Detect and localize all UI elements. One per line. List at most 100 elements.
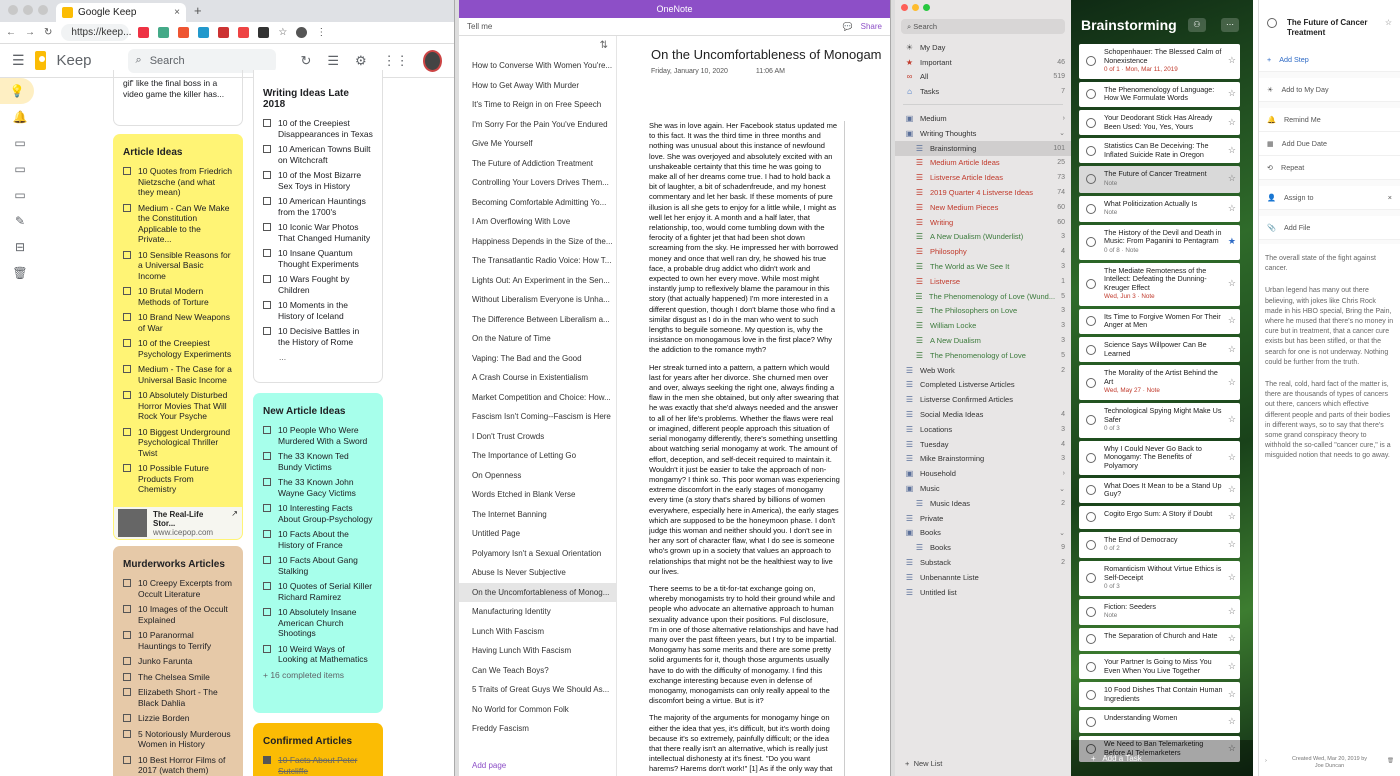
list-item[interactable]: ☰ Listverse Article Ideas 73 [895, 170, 1071, 185]
checkbox[interactable] [123, 203, 131, 212]
complete-task-checkbox[interactable] [1086, 117, 1096, 128]
checkbox[interactable] [263, 478, 271, 486]
task-item[interactable]: Understanding Women ☆ [1079, 710, 1240, 734]
checkbox[interactable] [123, 167, 131, 175]
task-item[interactable]: Science Says Willpower Can Be Learned ☆ [1079, 337, 1240, 363]
page-list-item[interactable]: No World for Common Folk [459, 700, 616, 720]
checklist-item[interactable]: 10 Weird Ways of Looking at Mathematics [263, 644, 373, 665]
checkbox[interactable] [123, 579, 131, 587]
task-item[interactable]: Technological Spying Might Make Us Safer… [1079, 403, 1240, 438]
page-list-item[interactable]: 5 Traits of Great Guys We Should As... [459, 680, 616, 700]
page-list-item[interactable]: Controlling Your Lovers Drives Them... [459, 173, 616, 193]
star-icon[interactable]: ☆ [1228, 634, 1236, 643]
checkbox[interactable] [263, 426, 271, 434]
url-field[interactable]: https://keep... [61, 24, 131, 41]
list-item[interactable]: ☰ Mike Brainstorming 3 [895, 452, 1071, 467]
task-item[interactable]: The Future of Cancer Treatment Note ☆ [1079, 166, 1240, 193]
star-icon[interactable]: ☆ [1228, 607, 1236, 616]
task-item[interactable]: The Phenomenology of Language: How We Fo… [1079, 81, 1240, 107]
complete-task-checkbox[interactable] [1086, 689, 1096, 700]
add-due-date-button[interactable]: ▦ Add Due Date [1259, 132, 1400, 156]
complete-task-checkbox[interactable] [1086, 89, 1096, 100]
checkbox[interactable] [263, 171, 271, 179]
complete-task-checkbox[interactable] [1086, 573, 1096, 584]
checklist-item[interactable]: 10 Absolutely Insane American Church Sho… [263, 607, 373, 639]
checklist-item[interactable]: 10 of the Most Bizarre Sex Toys in Histo… [263, 170, 373, 191]
star-icon[interactable]: ☆ [1228, 344, 1236, 354]
checklist-item[interactable]: The 33 Known John Wayne Gacy Victims [263, 477, 373, 498]
forward-icon[interactable]: → [25, 27, 35, 38]
list-item[interactable]: ☰ Social Media Ideas 4 [895, 407, 1071, 422]
list-item[interactable]: ☰ New Medium Pieces 60 [895, 200, 1071, 215]
page-list-item[interactable]: It's Time to Reign in on Free Speech [459, 95, 616, 115]
list-item[interactable]: ☰ Listverse Confirmed Articles [895, 392, 1071, 407]
add-step-button[interactable]: + Add Step [1259, 48, 1400, 72]
list-item[interactable]: ☰ Philosophy 4 [895, 244, 1071, 259]
back-icon[interactable]: ← [6, 27, 16, 38]
star-icon[interactable]: ☆ [1228, 145, 1236, 155]
star-icon[interactable]: ☆ [1228, 316, 1236, 325]
checkbox[interactable] [263, 145, 271, 153]
new-tab-icon[interactable]: + [194, 3, 202, 18]
share-button[interactable]: Share [861, 22, 882, 31]
checklist-item[interactable]: 10 People Who Were Murdered With a Sword [263, 425, 373, 446]
checkbox[interactable] [123, 672, 131, 681]
complete-task-checkbox[interactable] [1086, 203, 1096, 214]
complete-task-checkbox[interactable] [1086, 716, 1096, 727]
menu-dots-icon[interactable]: ⋮ [316, 27, 326, 38]
page-list-item[interactable]: The Future of Addiction Treatment [459, 154, 616, 174]
checklist-item[interactable]: 10 American Towns Built on Witchcraft [263, 144, 373, 165]
star-icon[interactable]: ☆ [1228, 117, 1236, 127]
list-item[interactable]: ☰ William Locke 3 [895, 318, 1071, 333]
page-list-item[interactable]: I'm Sorry For the Pain You've Endured [459, 115, 616, 135]
add-page-button[interactable]: Add page [472, 761, 506, 770]
checkbox[interactable] [123, 714, 131, 722]
checkbox[interactable] [123, 391, 131, 399]
list-item[interactable]: ☰ Writing 60 [895, 215, 1071, 230]
page-list-item[interactable]: Untitled Page [459, 524, 616, 544]
search-box[interactable]: ⌕ Search [127, 48, 277, 73]
hamburger-menu-icon[interactable]: ☰ [12, 52, 25, 69]
page-list-item[interactable]: Give Me Yourself [459, 134, 616, 154]
list-item[interactable]: ☰ The Phenomenology of Love (Wund... 5 [895, 289, 1071, 304]
task-item[interactable]: Schopenhauer: The Blessed Calm of Nonexi… [1079, 44, 1240, 79]
task-item[interactable]: What Politicization Actually Is Note ☆ [1079, 195, 1240, 222]
checkbox[interactable] [123, 464, 131, 472]
more-options-icon[interactable]: ⋯ [1221, 18, 1239, 32]
complete-task-checkbox[interactable] [1086, 145, 1096, 156]
checklist-item[interactable]: 10 Moments in the History of Iceland [263, 300, 373, 321]
checklist-item[interactable]: 10 Decisive Battles in the History of Ro… [263, 326, 373, 347]
complete-task-checkbox[interactable] [1086, 377, 1096, 388]
list-item[interactable]: ☰ A New Dualism (Wunderlist) 3 [895, 230, 1071, 245]
collapse-pane-icon[interactable]: › [1265, 758, 1267, 765]
complete-task-checkbox[interactable] [1086, 485, 1096, 496]
avatar[interactable] [422, 49, 442, 72]
reminders-bell-icon[interactable]: 🔔 [0, 104, 40, 130]
checklist-item[interactable]: 10 Iconic War Photos That Changed Humani… [263, 222, 373, 243]
page-list-item[interactable]: The Importance of Letting Go [459, 446, 616, 466]
page-list-item[interactable]: The Internet Banning [459, 505, 616, 525]
page-title[interactable]: On the Uncomfortableness of Monogam [651, 47, 887, 62]
extension-icon[interactable] [158, 27, 170, 38]
page-list-item[interactable]: Becoming Comfortable Admitting Yo... [459, 193, 616, 213]
checkbox[interactable] [263, 327, 271, 335]
checkbox[interactable] [123, 688, 131, 696]
checklist-item[interactable]: 10 Quotes from Friedrich Nietzsche (and … [123, 166, 233, 198]
complete-task-checkbox[interactable] [1086, 661, 1096, 672]
complete-task-checkbox[interactable] [1267, 18, 1277, 28]
page-list-item[interactable]: Without Liberalism Everyone is Unha... [459, 290, 616, 310]
smart-list-item[interactable]: ☀ My Day [895, 40, 1071, 55]
complete-task-checkbox[interactable] [1086, 634, 1096, 645]
browser-tab[interactable]: Google Keep × [56, 3, 186, 22]
checkbox[interactable] [123, 657, 131, 665]
star-icon[interactable]: ☆ [1228, 377, 1236, 387]
checklist-item[interactable]: 10 Quotes of Serial Killer Richard Ramir… [263, 581, 373, 602]
page-list-item[interactable]: Abuse Is Never Subjective [459, 563, 616, 583]
label-icon[interactable]: ▭ [0, 130, 40, 156]
checklist-item[interactable]: 10 Facts About Peter Sutcliffe [263, 755, 373, 776]
checkbox[interactable] [123, 605, 131, 613]
page-list-item[interactable]: Market Competition and Choice: How... [459, 388, 616, 408]
list-item[interactable]: ☰ The Phenomenology of Love 5 [895, 348, 1071, 363]
checkbox[interactable] [263, 644, 271, 653]
checklist-item[interactable]: Medium - Can We Make the Constitution Ap… [123, 203, 233, 245]
